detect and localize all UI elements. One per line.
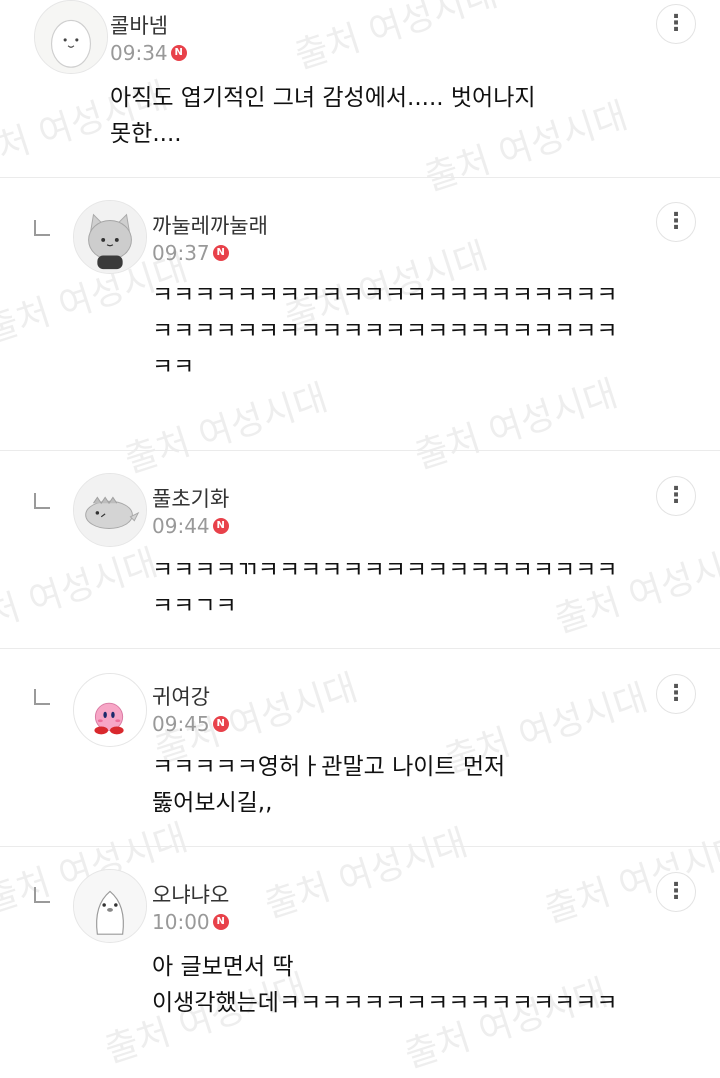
nickname[interactable]: 귀여강 [152, 681, 210, 711]
comment-meta: 09:44 N [152, 514, 229, 538]
more-vertical-icon: ⋮ [665, 879, 687, 904]
new-badge: N [170, 45, 187, 61]
comment-text: ㅋㅋㅋㅋㄲㅋㅋㅋㅋㅋㅋㅋㅋㅋㅋㅋㅋㅋㅋㅋㅋㅋㅋㅋㄱㅋ [152, 557, 618, 619]
reply-indicator-icon [34, 493, 50, 509]
comment-item: 까눌레까눌래 09:37 N ㅋㅋㅋㅋㅋㅋㅋㅋㅋㅋㅋㅋㅋㅋㅋㅋㅋㅋㅋㅋㅋㅋㅋㅋㅋ… [0, 178, 720, 450]
new-badge: N [212, 914, 229, 930]
comment-item: 오냐냐오 10:00 N 아 글보면서 딱 이생각했는데ㅋㅋㅋㅋㅋㅋㅋㅋㅋㅋㅋㅋ… [0, 847, 720, 1068]
gray-dinosaur-character-icon [74, 474, 146, 546]
more-options-button[interactable]: ⋮ [656, 4, 696, 44]
new-badge: N [212, 716, 229, 732]
comment-time: 09:37 [152, 241, 210, 265]
nickname[interactable]: 오냐냐오 [152, 879, 229, 909]
more-vertical-icon: ⋮ [665, 209, 687, 234]
comment-meta: 10:00 N [152, 910, 229, 934]
comment-text: ㅋㅋㅋㅋㅋ영허ㅏ관말고 나이트 먼저 뚫어보시길,, [152, 754, 506, 816]
avatar[interactable] [34, 0, 108, 74]
more-vertical-icon: ⋮ [665, 483, 687, 508]
avatar[interactable] [73, 473, 147, 547]
comment-time: 09:34 [110, 41, 168, 65]
comment-item: 풀초기화 09:44 N ㅋㅋㅋㅋㄲㅋㅋㅋㅋㅋㅋㅋㅋㅋㅋㅋㅋㅋㅋㅋㅋㅋㅋㅋㄱㅋ … [0, 451, 720, 648]
more-options-button[interactable]: ⋮ [656, 476, 696, 516]
more-options-button[interactable]: ⋮ [656, 674, 696, 714]
comment-meta: 09:34 N [110, 41, 187, 65]
comment-item: 콜바넴 09:34 N 아직도 엽기적인 그녀 감성에서..... 벗어나지 못… [0, 0, 720, 178]
white-penguin-character-icon [74, 870, 146, 942]
pink-kirby-character-icon [74, 674, 146, 746]
reply-indicator-icon [34, 887, 50, 903]
comment-time: 09:44 [152, 514, 210, 538]
comment-item: 귀여강 09:45 N ㅋㅋㅋㅋㅋ영허ㅏ관말고 나이트 먼저 뚫어보시길,, ⋮ [0, 649, 720, 846]
reply-indicator-icon [34, 689, 50, 705]
new-badge: N [212, 518, 229, 534]
gray-cat-character-icon [74, 201, 146, 273]
new-badge: N [212, 245, 229, 261]
avatar[interactable] [73, 869, 147, 943]
nickname[interactable]: 까눌레까눌래 [152, 210, 268, 240]
comment-meta: 09:37 N [152, 241, 229, 265]
comment-text: 아 글보면서 딱 이생각했는데ㅋㅋㅋㅋㅋㅋㅋㅋㅋㅋㅋㅋㅋㅋㅋㅋ [152, 954, 618, 1016]
more-vertical-icon: ⋮ [665, 11, 687, 36]
reply-indicator-icon [34, 220, 50, 236]
white-ghost-character-icon [35, 1, 107, 73]
more-options-button[interactable]: ⋮ [656, 202, 696, 242]
comment-text: ㅋㅋㅋㅋㅋㅋㅋㅋㅋㅋㅋㅋㅋㅋㅋㅋㅋㅋㅋㅋㅋㅋㅋㅋㅋㅋㅋㅋㅋㅋㅋㅋㅋㅋㅋㅋㅋㅋㅋㅋ… [152, 282, 618, 380]
nickname[interactable]: 풀초기화 [152, 483, 229, 513]
comment-time: 09:45 [152, 712, 210, 736]
nickname[interactable]: 콜바넴 [110, 10, 168, 40]
comment-meta: 09:45 N [152, 712, 229, 736]
avatar[interactable] [73, 673, 147, 747]
comment-text: 아직도 엽기적인 그녀 감성에서..... 벗어나지 못한.... [110, 85, 536, 147]
more-vertical-icon: ⋮ [665, 681, 687, 706]
avatar[interactable] [73, 200, 147, 274]
comment-time: 10:00 [152, 910, 210, 934]
more-options-button[interactable]: ⋮ [656, 872, 696, 912]
